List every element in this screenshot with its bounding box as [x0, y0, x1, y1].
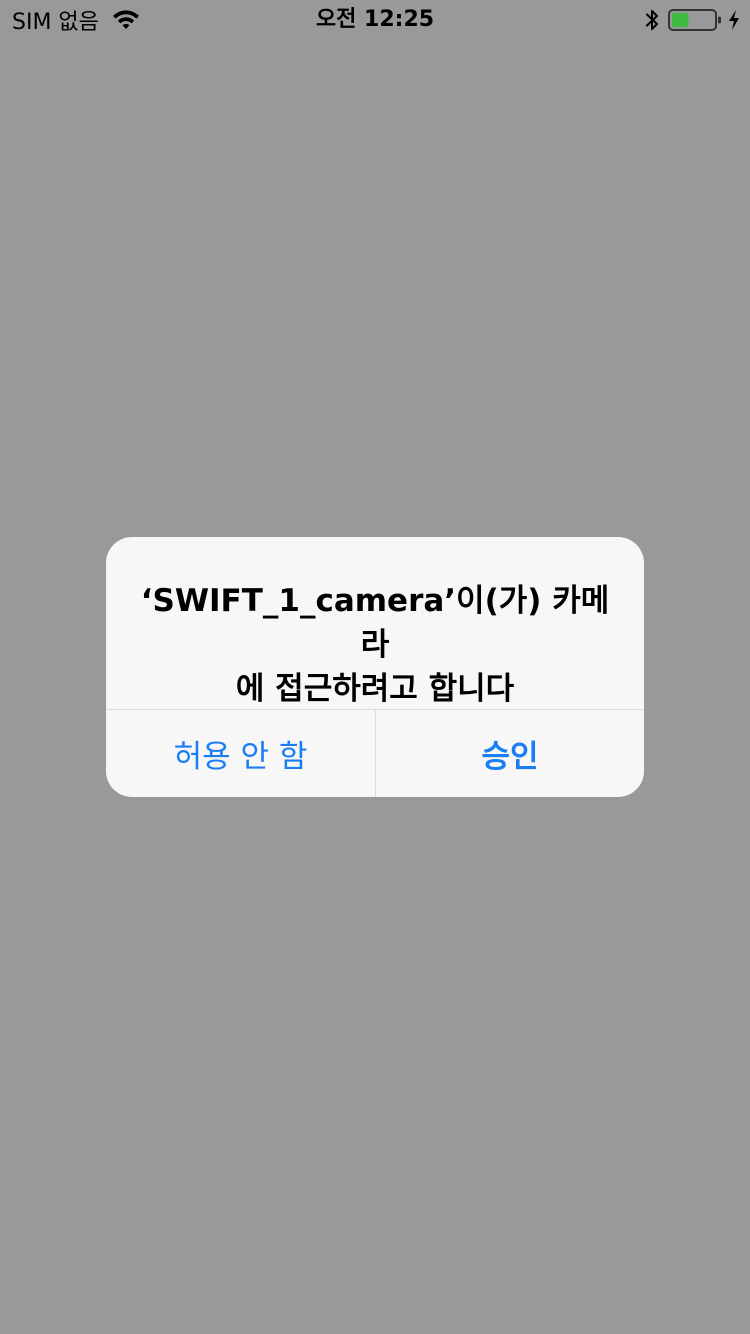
deny-button[interactable]: 허용 안 함	[106, 710, 375, 797]
allow-button[interactable]: 승인	[376, 710, 644, 797]
charging-bolt-icon	[728, 9, 740, 31]
status-time: 오전 12:25	[315, 7, 435, 32]
alert-message-line-1: ‘SWIFT_1_camera’이(가) 카메라	[140, 583, 610, 663]
camera-permission-alert: ‘SWIFT_1_camera’이(가) 카메라 에 접근하려고 합니다 허용 …	[106, 537, 644, 797]
alert-message: ‘SWIFT_1_camera’이(가) 카메라 에 접근하려고 합니다	[130, 579, 620, 711]
status-bar: SIM 없음 오전 12:25	[0, 0, 750, 40]
battery-icon	[668, 8, 722, 32]
alert-message-line-2: 에 접근하려고 합니다	[235, 671, 515, 707]
battery-level-fill	[672, 13, 689, 27]
status-right	[644, 6, 740, 34]
bluetooth-icon	[644, 8, 660, 32]
